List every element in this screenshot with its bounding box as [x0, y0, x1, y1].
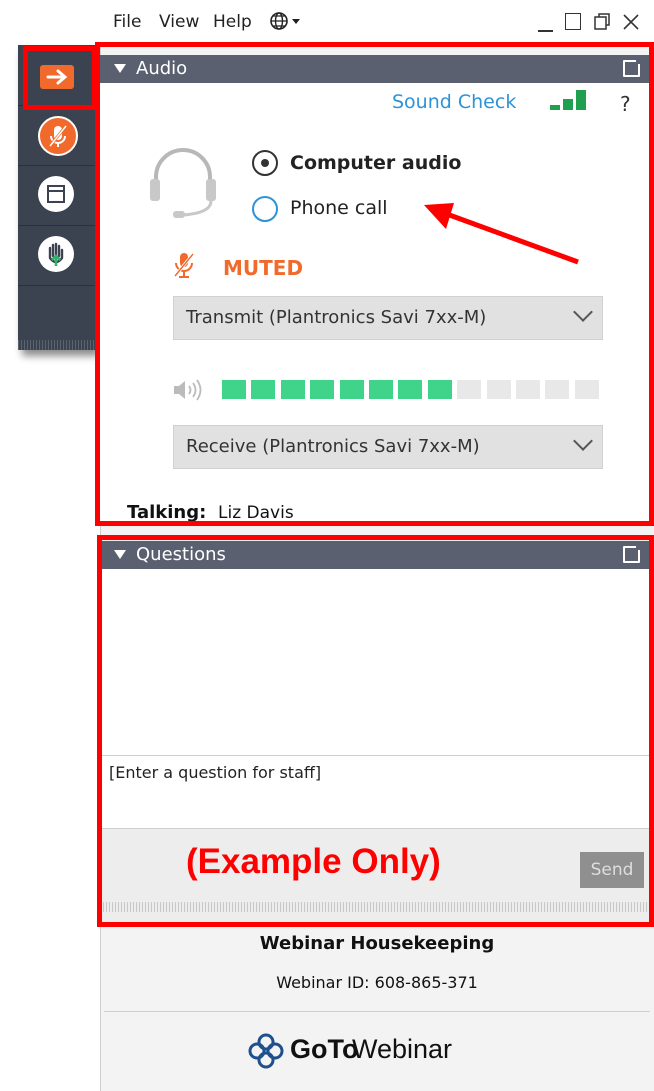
- minimize-icon[interactable]: [538, 30, 553, 32]
- window-icon[interactable]: [38, 176, 74, 212]
- raise-hand-icon[interactable]: [38, 236, 74, 272]
- brand-goto: GoTo: [290, 1034, 359, 1064]
- footer-divider: [104, 1011, 650, 1012]
- annotation-box-audio: [95, 42, 654, 526]
- screen-button[interactable]: [18, 165, 96, 226]
- close-icon[interactable]: [622, 13, 640, 35]
- brand-webinar: Webinar: [352, 1034, 453, 1064]
- annotation-box-arrow: [23, 46, 97, 110]
- gotowebinar-logo: GoTo Webinar: [248, 1031, 568, 1071]
- menu-file[interactable]: File: [113, 12, 141, 32]
- menu-help[interactable]: Help: [213, 12, 252, 32]
- globe-icon[interactable]: [268, 10, 304, 36]
- restore-icon[interactable]: [594, 13, 610, 30]
- mute-button[interactable]: [18, 105, 96, 166]
- gotowebinar-logo-icon: [248, 1033, 284, 1073]
- raise-hand-button[interactable]: [18, 225, 96, 286]
- menu-view[interactable]: View: [159, 12, 199, 32]
- annotation-box-questions: [97, 535, 654, 927]
- housekeeping-title: Webinar Housekeeping: [259, 933, 495, 954]
- menu-bar: File View Help: [100, 0, 654, 44]
- maximize-icon[interactable]: [565, 13, 581, 30]
- strip-grip[interactable]: [18, 340, 96, 350]
- mic-muted-icon[interactable]: [38, 116, 78, 156]
- webinar-id: Webinar ID: 608-865-371: [276, 973, 478, 992]
